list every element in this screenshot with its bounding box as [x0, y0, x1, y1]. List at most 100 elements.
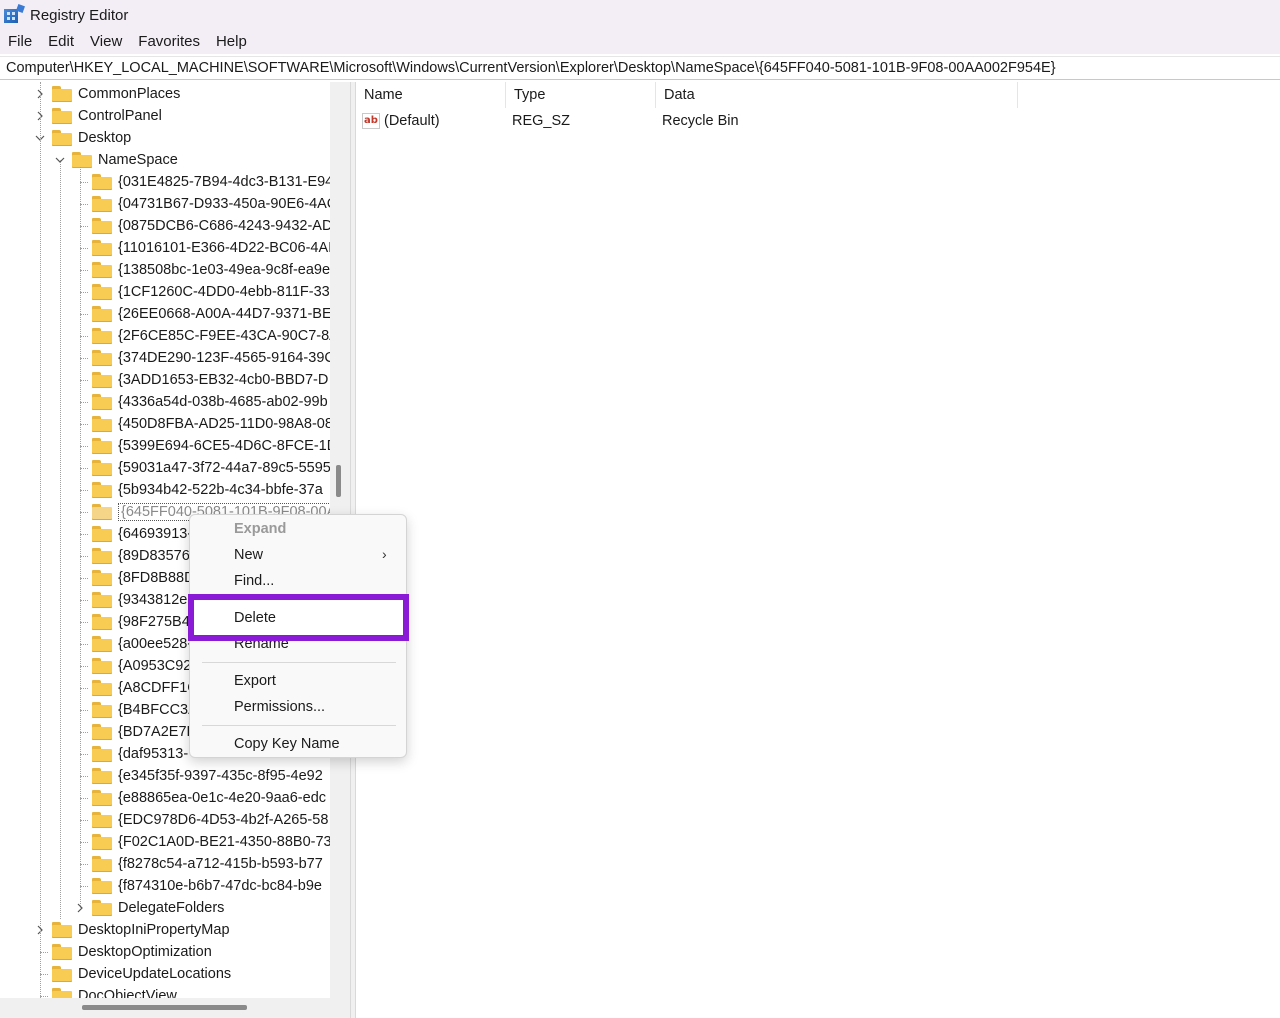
tree-item-key[interactable]: {450D8FBA-AD25-11D0-98A8-08 [74, 413, 330, 435]
tree-item-key[interactable]: {374DE290-123F-4565-9164-39C [74, 347, 330, 369]
tree-item-label: {BD7A2E7B [118, 724, 197, 740]
menu-file[interactable]: File [0, 31, 40, 53]
tree-item[interactable]: DesktopIniPropertyMap [34, 919, 230, 941]
tree-hscroll-thumb[interactable] [82, 1005, 247, 1010]
registry-editor-icon [4, 4, 25, 25]
tree-item-key[interactable]: {5b934b42-522b-4c34-bbfe-37a [74, 479, 323, 501]
tree-item-key[interactable]: {11016101-E366-4D22-BC06-4AI [74, 237, 330, 259]
context-item-export[interactable]: Export [234, 669, 276, 693]
tree-item-key[interactable]: {4336a54d-038b-4685-ab02-99b [74, 391, 328, 413]
tree-guide [80, 402, 88, 403]
folder-icon [52, 966, 72, 982]
tree-item-label: {e345f35f-9397-435c-8f95-4e92 [118, 768, 323, 784]
tree-item-key[interactable]: {B4BFCC3A [74, 699, 198, 721]
tree-guide [80, 226, 88, 227]
tree-item[interactable]: Desktop [34, 127, 131, 149]
tree-item-key[interactable]: {031E4825-7B94-4dc3-B131-E94 [74, 171, 330, 193]
value-name: (Default) [384, 113, 440, 129]
tree-item-key[interactable]: {2F6CE85C-F9EE-43CA-90C7-8A [74, 325, 330, 347]
tree-guide [80, 776, 88, 777]
context-item-copy-key-name[interactable]: Copy Key Name [234, 732, 340, 756]
tree-guide [80, 710, 88, 711]
value-row[interactable]: ab (Default) REG_SZ Recycle Bin [356, 110, 860, 132]
context-item-permissions[interactable]: Permissions... [234, 695, 325, 719]
folder-icon [92, 196, 112, 212]
tree-item-key[interactable]: {f8278c54-a712-415b-b593-b77 [74, 853, 323, 875]
tree-item-key[interactable]: {8FD8B88D [74, 567, 195, 589]
tree-item-label: Desktop [78, 130, 132, 146]
context-item-new[interactable]: New [234, 543, 263, 567]
tree-item-key[interactable]: {F02C1A0D-BE21-4350-88B0-73 [74, 831, 330, 853]
tree-item-label: {B4BFCC3A [118, 702, 198, 718]
tree-item-key[interactable]: {26EE0668-A00A-44D7-9371-BE [74, 303, 330, 325]
tree-item[interactable]: DeviceUpdateLocations [34, 963, 231, 985]
tree-item-key[interactable]: {98F275B4- [74, 611, 195, 633]
tree-item-namespace[interactable]: NameSpace [54, 149, 178, 171]
tree-item-key[interactable]: {3ADD1653-EB32-4cb0-BBD7-D [74, 369, 328, 391]
menu-help[interactable]: Help [208, 31, 255, 53]
tree-item-label: DelegateFolders [118, 900, 225, 916]
tree-guide [60, 160, 61, 919]
folder-icon [92, 482, 112, 498]
folder-icon [92, 394, 112, 410]
folder-icon [92, 636, 112, 652]
tree-item-key[interactable]: {A8CDFF1C [74, 677, 198, 699]
tree-item-key[interactable]: {04731B67-D933-450a-90E6-4AC [74, 193, 330, 215]
tree-item[interactable]: ControlPanel [34, 105, 162, 127]
folder-icon [92, 526, 112, 542]
tree-item-key[interactable]: {e88865ea-0e1c-4e20-9aa6-edc [74, 787, 326, 809]
menu-view[interactable]: View [82, 31, 130, 53]
tree-item-label: {8FD8B88D [118, 570, 195, 586]
tree-guide [40, 996, 48, 997]
tree-item-key[interactable]: {f874310e-b6b7-47dc-bc84-b9e [74, 875, 322, 897]
tree-item-label: {98F275B4- [118, 614, 195, 630]
column-header-name[interactable]: Name [356, 82, 506, 108]
tree-item-key[interactable]: {59031a47-3f72-44a7-89c5-5595 [74, 457, 330, 479]
delete-highlight: Delete [188, 594, 409, 641]
tree-item-key[interactable]: {0875DCB6-C686-4243-9432-AD [74, 215, 330, 237]
list-header: Name Type Data [356, 82, 1018, 108]
column-header-type[interactable]: Type [506, 82, 656, 108]
tree-item-key[interactable]: {9343812e- [74, 589, 192, 611]
tree-item-label: {EDC978D6-4D53-4b2f-A265-58 [118, 812, 329, 828]
tree-guide [80, 248, 88, 249]
tree-item-key[interactable]: {BD7A2E7B [74, 721, 196, 743]
tree-item[interactable]: DesktopOptimization [34, 941, 212, 963]
tree-item-key[interactable]: {daf95313- [74, 743, 188, 765]
tree-item-label: {11016101-E366-4D22-BC06-4AI [118, 240, 330, 256]
tree-item-key[interactable]: {5399E694-6CE5-4D6C-8FCE-1D [74, 435, 330, 457]
folder-icon [92, 350, 112, 366]
tree-item-label: {04731B67-D933-450a-90E6-4AC [118, 196, 330, 212]
tree-item-key[interactable]: {EDC978D6-4D53-4b2f-A265-58 [74, 809, 328, 831]
folder-icon [92, 658, 112, 674]
folder-icon [92, 262, 112, 278]
tree-item-key[interactable]: {e345f35f-9397-435c-8f95-4e92 [74, 765, 323, 787]
menu-favorites[interactable]: Favorites [130, 31, 208, 53]
tree-item-label: {59031a47-3f72-44a7-89c5-5595 [118, 460, 330, 476]
address-input[interactable] [0, 57, 1280, 79]
tree-item-key[interactable]: {64693913- [74, 523, 192, 545]
tree-guide [80, 270, 88, 271]
values-list: Name Type Data ab (Default) REG_SZ Recyc… [356, 82, 1280, 1018]
folder-icon [92, 834, 112, 850]
context-item-find[interactable]: Find... [234, 569, 274, 593]
tree-guide [80, 820, 88, 821]
tree-guide [40, 82, 41, 1018]
context-item-expand[interactable]: Expand [234, 517, 286, 541]
context-item-delete[interactable]: Delete [234, 606, 276, 630]
tree-item-key[interactable]: {89D83576- [74, 545, 195, 567]
column-header-data[interactable]: Data [656, 82, 1018, 108]
tree-item-label: CommonPlaces [78, 86, 181, 102]
tree-item-key[interactable]: {138508bc-1e03-49ea-9c8f-ea9e [74, 259, 330, 281]
tree-scroll-thumb[interactable] [336, 465, 341, 497]
tree-item-delegatefolders[interactable]: DelegateFolders [74, 897, 224, 919]
menu-edit[interactable]: Edit [40, 31, 82, 53]
tree-item-key[interactable]: {1CF1260C-4DD0-4ebb-811F-33 [74, 281, 330, 303]
tree-item-key[interactable]: {A0953C92- [74, 655, 196, 677]
tree-item-key[interactable]: {a00ee528- [74, 633, 192, 655]
tree-guide [80, 512, 88, 513]
folder-icon [92, 790, 112, 806]
tree-item[interactable]: CommonPlaces [34, 83, 180, 105]
tree-item-label: {5b934b42-522b-4c34-bbfe-37a [118, 482, 323, 498]
tree-item-label: {F02C1A0D-BE21-4350-88B0-73 [118, 834, 330, 850]
